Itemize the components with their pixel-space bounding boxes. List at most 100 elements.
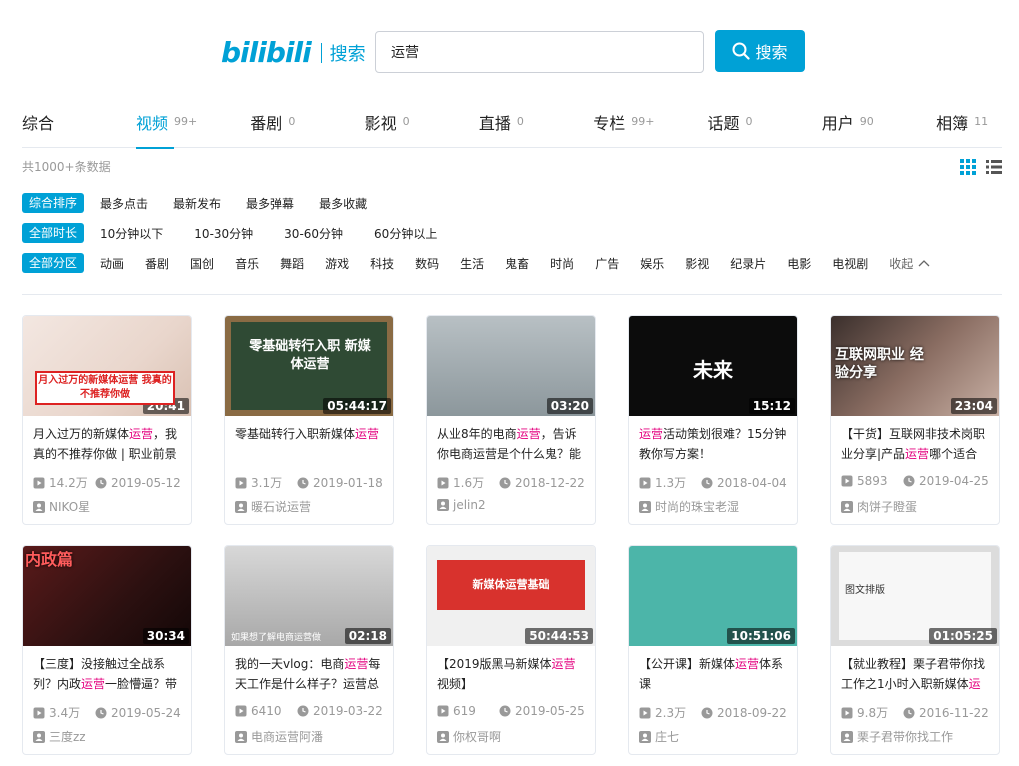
video-card[interactable]: 30:34 内政篇 【三度】没接触过全战系列？内政运营一脸懵逼？带 3.4万 2… [22, 545, 192, 755]
duration-option[interactable]: 30-60分钟 [284, 225, 343, 242]
tab-album[interactable]: 相簿 11 [936, 104, 1001, 148]
category-option[interactable]: 科技 [370, 255, 394, 272]
uploader[interactable]: 电商运营阿潘 [235, 728, 323, 745]
category-option[interactable]: 电影 [787, 255, 811, 272]
video-card[interactable]: 02:18 如果想了解电商运营做 我的一天vlog：电商运营每天工作是什么样子？… [224, 545, 394, 755]
play-count: 6410 [235, 704, 297, 718]
tab-video[interactable]: 视频 99+ [136, 104, 250, 149]
view-toggle [960, 159, 1002, 179]
uploader[interactable]: 肉饼子瞪蛋 [841, 498, 917, 515]
video-card[interactable]: 03:20 从业8年的电商运营，告诉你电商运营是个什么鬼？能 1.6万 2018… [426, 315, 596, 525]
order-option[interactable]: 最多点击 [100, 195, 148, 212]
play-count-value: 14.2万 [49, 476, 88, 490]
play-icon [235, 477, 247, 488]
category-option[interactable]: 电视剧 [832, 255, 868, 272]
video-thumbnail[interactable]: 02:18 如果想了解电商运营做 [225, 546, 393, 646]
video-card[interactable]: 50:44:53 新媒体运营基础 【2019版黑马新媒体运营视频】 619 20… [426, 545, 596, 755]
search-input[interactable] [376, 32, 703, 72]
video-thumbnail[interactable]: 03:20 [427, 316, 595, 416]
uploader[interactable]: 庄七 [639, 728, 679, 745]
video-title[interactable]: 从业8年的电商运营，告诉你电商运营是个什么鬼？能 [437, 424, 587, 466]
upload-date-value: 2019-05-12 [111, 475, 181, 490]
video-card[interactable]: 20:41 月入过万的新媒体运营 我真的不推荐你做 月入过万的新媒体运营，我真的… [22, 315, 192, 525]
tab-label: 用户 [821, 114, 854, 133]
video-card[interactable]: 23:04 互联网职业 经验分享 【干货】互联网非技术岗职业分享|产品运营哪个适… [830, 315, 1000, 525]
category-option[interactable]: 音乐 [235, 255, 259, 272]
uploader[interactable]: jelin2 [437, 498, 486, 512]
tab-topic[interactable]: 话题 0 [707, 104, 821, 148]
video-title[interactable]: 【干货】互联网非技术岗职业分享|产品运营哪个适合 [841, 424, 991, 466]
duration-filter-selected[interactable]: 全部时长 [22, 223, 85, 243]
video-thumbnail[interactable]: 30:34 内政篇 [23, 546, 191, 646]
tab-article[interactable]: 专栏 99+ [593, 104, 707, 148]
category-option[interactable]: 国创 [190, 255, 214, 272]
category-option[interactable]: 鬼畜 [505, 255, 529, 272]
clock-icon [297, 477, 309, 488]
category-option[interactable]: 动画 [100, 255, 124, 272]
order-filter: 综合排序 最多点击 最新发布 最多弹幕 最多收藏 [22, 193, 392, 213]
uploader[interactable]: 栗子君带你找工作 [841, 728, 953, 745]
video-card[interactable]: 01:05:25 图文排版 【就业教程】栗子君带你找工作之1小时入职新媒体运营 … [830, 545, 1000, 755]
category-option[interactable]: 数码 [415, 255, 439, 272]
video-title[interactable]: 【2019版黑马新媒体运营视频】 [437, 654, 587, 696]
order-option[interactable]: 最新发布 [173, 195, 221, 212]
title-keyword: 运营 [639, 427, 664, 441]
category-option[interactable]: 番剧 [145, 255, 169, 272]
uploader[interactable]: 你权哥啊 [437, 728, 501, 745]
video-thumbnail[interactable]: 10:51:06 [629, 546, 797, 646]
tab-count: 0 [288, 115, 296, 128]
video-thumbnail[interactable]: 15:12 未来 [629, 316, 797, 416]
tab-user[interactable]: 用户 90 [822, 104, 936, 148]
video-duration: 50:44:53 [525, 628, 593, 644]
video-thumbnail[interactable]: 20:41 月入过万的新媒体运营 我真的不推荐你做 [23, 316, 191, 416]
video-thumbnail[interactable]: 23:04 互联网职业 经验分享 [831, 316, 999, 416]
video-title[interactable]: 【就业教程】栗子君带你找工作之1小时入职新媒体运营 [841, 654, 991, 696]
play-count-value: 9.8万 [857, 706, 889, 720]
thumbnail-caption: 零基础转行入职 新媒体运营 [249, 339, 371, 372]
tab-label: 影视 [364, 114, 397, 133]
duration-option[interactable]: 60分钟以上 [374, 225, 437, 242]
search-button[interactable]: 搜索 [715, 30, 805, 72]
category-option[interactable]: 娱乐 [640, 255, 664, 272]
video-title[interactable]: 运营活动策划很难？15分钟教你写方案！ [639, 424, 789, 466]
upload-date-value: 2019-05-24 [111, 705, 181, 720]
bilibili-logo[interactable]: bilibili 搜索 [221, 36, 366, 69]
tab-movie[interactable]: 影视 0 [365, 104, 479, 148]
video-thumbnail[interactable]: 01:05:25 图文排版 [831, 546, 999, 646]
uploader[interactable]: 暖石说运营 [235, 498, 311, 515]
duration-option[interactable]: 10-30分钟 [194, 225, 253, 242]
category-option[interactable]: 影视 [685, 255, 709, 272]
category-option[interactable]: 时尚 [550, 255, 574, 272]
category-option[interactable]: 生活 [460, 255, 484, 272]
search-box[interactable] [375, 31, 704, 73]
fold-toggle[interactable]: 收起 [889, 255, 930, 272]
order-filter-selected[interactable]: 综合排序 [22, 193, 85, 213]
video-card[interactable]: 10:51:06 【公开课】新媒体运营体系课 2.3万 2018-09-22 庄… [628, 545, 798, 755]
tab-all[interactable]: 综合 [22, 104, 136, 148]
category-option[interactable]: 广告 [595, 255, 619, 272]
order-option[interactable]: 最多弹幕 [246, 195, 294, 212]
upload-date: 2018-12-22 [499, 474, 585, 491]
duration-option[interactable]: 10分钟以下 [100, 225, 163, 242]
video-title[interactable]: 【三度】没接触过全战系列？内政运营一脸懵逼？带 [33, 654, 183, 696]
uploader[interactable]: 时尚的珠宝老湿 [639, 498, 739, 515]
order-option[interactable]: 最多收藏 [319, 195, 367, 212]
tab-bangumi[interactable]: 番剧 0 [250, 104, 364, 148]
video-card[interactable]: 05:44:17 零基础转行入职 新媒体运营 零基础转行入职新媒体运营 3.1万… [224, 315, 394, 525]
list-view-icon[interactable] [986, 159, 1002, 179]
video-title[interactable]: 【公开课】新媒体运营体系课 [639, 654, 789, 696]
uploader[interactable]: NIKO星 [33, 498, 90, 515]
video-card[interactable]: 15:12 未来 运营活动策划很难？15分钟教你写方案！ 1.3万 2018-0… [628, 315, 798, 525]
category-option[interactable]: 纪录片 [730, 255, 766, 272]
uploader[interactable]: 三度zz [33, 728, 86, 745]
video-title[interactable]: 我的一天vlog：电商运营每天工作是什么样子？运营总 [235, 654, 385, 696]
video-thumbnail[interactable]: 50:44:53 新媒体运营基础 [427, 546, 595, 646]
video-title[interactable]: 月入过万的新媒体运营，我真的不推荐你做 | 职业前景 [33, 424, 183, 466]
category-option[interactable]: 游戏 [325, 255, 349, 272]
grid-view-icon[interactable] [960, 159, 976, 179]
video-title[interactable]: 零基础转行入职新媒体运营 [235, 424, 385, 466]
tab-live[interactable]: 直播 0 [479, 104, 593, 148]
category-filter-selected[interactable]: 全部分区 [22, 253, 85, 273]
video-thumbnail[interactable]: 05:44:17 零基础转行入职 新媒体运营 [225, 316, 393, 416]
category-option[interactable]: 舞蹈 [280, 255, 304, 272]
